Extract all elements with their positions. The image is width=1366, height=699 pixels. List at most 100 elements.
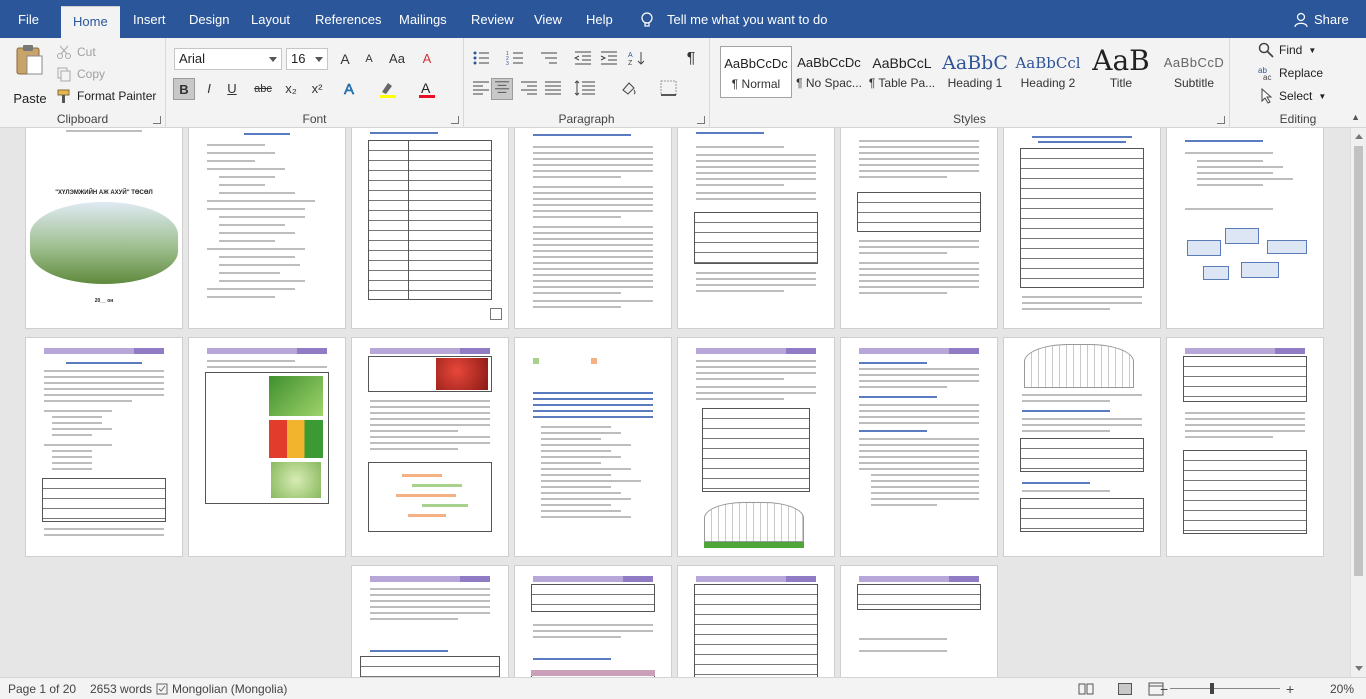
page-9[interactable] xyxy=(26,338,182,556)
page-13[interactable] xyxy=(678,338,834,556)
clipboard-launcher-icon[interactable] xyxy=(153,116,161,124)
zoom-in-icon[interactable]: + xyxy=(1286,678,1294,699)
tell-me-box[interactable]: Tell me what you want to do xyxy=(640,0,827,38)
style-name: Subtitle xyxy=(1173,76,1215,90)
tab-design[interactable]: Design xyxy=(189,0,229,38)
page-10[interactable] xyxy=(189,338,345,556)
copy-button[interactable]: Copy xyxy=(56,66,105,82)
document-area[interactable]: "ХҮЛЭМЖИЙН АЖ АХУЙ" ТӨСӨЛ 20__ он xyxy=(0,128,1350,677)
replace-button[interactable]: ab ac Replace xyxy=(1258,65,1323,81)
styles-launcher-icon[interactable] xyxy=(1217,116,1225,124)
show-formatting-marks-button[interactable]: ¶ xyxy=(680,48,702,70)
font-launcher-icon[interactable] xyxy=(451,116,459,124)
page-16[interactable] xyxy=(1167,338,1323,556)
italic-button[interactable]: I xyxy=(198,78,220,100)
print-layout-icon[interactable] xyxy=(1118,683,1132,695)
format-painter-button[interactable]: Format Painter xyxy=(56,88,156,104)
zoom-level[interactable]: 20% xyxy=(1330,678,1354,699)
borders-icon[interactable] xyxy=(660,80,678,96)
shrink-font-button[interactable]: A xyxy=(358,48,380,70)
tab-review[interactable]: Review xyxy=(471,0,514,38)
style-normal[interactable]: AaBbCcDc ¶ Normal xyxy=(720,46,792,98)
find-button[interactable]: Find ▼ xyxy=(1258,42,1316,58)
page-20[interactable] xyxy=(841,566,997,677)
chevron-down-icon xyxy=(315,57,323,62)
zoom-slider-thumb[interactable] xyxy=(1210,683,1214,694)
page-1[interactable]: "ХҮЛЭМЖИЙН АЖ АХУЙ" ТӨСӨЛ 20__ он xyxy=(26,128,182,328)
increase-indent-icon[interactable] xyxy=(600,50,618,66)
tab-references[interactable]: References xyxy=(315,0,381,38)
zoom-slider-track[interactable] xyxy=(1170,688,1280,689)
cut-button[interactable]: Cut xyxy=(56,44,96,60)
decrease-indent-icon[interactable] xyxy=(574,50,592,66)
page-4[interactable] xyxy=(515,128,671,328)
bold-button[interactable]: B xyxy=(173,78,195,100)
read-mode-icon[interactable] xyxy=(1078,682,1094,696)
page-3[interactable] xyxy=(352,128,508,328)
strikethrough-button[interactable]: abc xyxy=(250,78,276,100)
align-right-icon[interactable] xyxy=(520,80,538,96)
sort-icon[interactable]: AZ xyxy=(628,50,646,66)
page-18[interactable] xyxy=(515,566,671,677)
select-button[interactable]: Select ▼ xyxy=(1258,88,1326,104)
style-no-spacing[interactable]: AaBbCcDc ¶ No Spac... xyxy=(793,46,865,98)
paste-button[interactable]: Paste xyxy=(10,44,50,106)
page-12[interactable] xyxy=(515,338,671,556)
page-5[interactable] xyxy=(678,128,834,328)
multilevel-list-icon[interactable] xyxy=(540,50,558,66)
clear-formatting-button[interactable]: A xyxy=(416,48,438,70)
ribbon: Paste Cut Copy Format Painter Clipboard … xyxy=(0,38,1366,128)
scroll-down-icon[interactable] xyxy=(1355,666,1363,671)
page-8[interactable] xyxy=(1167,128,1323,328)
change-case-button[interactable]: Aa xyxy=(386,48,408,70)
numbering-icon[interactable]: 123 xyxy=(506,50,524,66)
tab-file[interactable]: File xyxy=(18,0,39,38)
underline-button[interactable]: U xyxy=(221,78,243,100)
svg-text:A: A xyxy=(344,81,354,98)
page-17[interactable] xyxy=(352,566,508,677)
align-center-button[interactable] xyxy=(491,78,513,100)
style-heading-1[interactable]: AaBbC Heading 1 xyxy=(939,46,1011,98)
word-count[interactable]: 2653 words xyxy=(90,678,152,699)
tab-home[interactable]: Home xyxy=(61,6,120,38)
highlighter-icon[interactable] xyxy=(378,80,398,98)
font-color-icon[interactable]: A xyxy=(418,80,436,98)
tab-insert[interactable]: Insert xyxy=(133,0,166,38)
shading-icon[interactable] xyxy=(620,80,638,96)
language[interactable]: Mongolian (Mongolia) xyxy=(172,678,287,699)
page-14[interactable] xyxy=(841,338,997,556)
tab-layout[interactable]: Layout xyxy=(251,0,290,38)
page-15[interactable] xyxy=(1004,338,1160,556)
bullets-icon[interactable] xyxy=(472,50,490,66)
page-11[interactable] xyxy=(352,338,508,556)
page-2[interactable] xyxy=(189,128,345,328)
tab-mailings[interactable]: Mailings xyxy=(399,0,447,38)
scroll-thumb[interactable] xyxy=(1354,146,1363,576)
share-button[interactable]: Share xyxy=(1294,0,1349,38)
tab-view[interactable]: View xyxy=(534,0,562,38)
justify-icon[interactable] xyxy=(544,80,562,96)
font-size-select[interactable]: 16 xyxy=(286,48,328,70)
tab-help[interactable]: Help xyxy=(586,0,613,38)
text-effects-icon[interactable]: A xyxy=(342,80,360,98)
superscript-button[interactable]: x² xyxy=(306,78,328,100)
zoom-out-icon[interactable]: − xyxy=(1160,678,1168,699)
style-title[interactable]: AaB Title xyxy=(1085,46,1157,98)
font-family-select[interactable]: Arial xyxy=(174,48,282,70)
style-subtitle[interactable]: AaBbCcD Subtitle xyxy=(1158,46,1230,98)
page-count[interactable]: Page 1 of 20 xyxy=(8,678,76,699)
scroll-up-icon[interactable] xyxy=(1355,134,1363,139)
style-table-paragraph[interactable]: AaBbCcL ¶ Table Pa... xyxy=(866,46,938,98)
align-left-icon[interactable] xyxy=(472,80,490,96)
paragraph-launcher-icon[interactable] xyxy=(697,116,705,124)
subscript-button[interactable]: x₂ xyxy=(280,78,302,100)
page-7[interactable] xyxy=(1004,128,1160,328)
collapse-ribbon-icon[interactable]: ▲ xyxy=(1351,112,1360,122)
style-heading-2[interactable]: AaBbCcl Heading 2 xyxy=(1012,46,1084,98)
vertical-scrollbar[interactable] xyxy=(1350,128,1366,677)
proofing-icon[interactable] xyxy=(156,683,168,695)
line-spacing-icon[interactable] xyxy=(574,80,596,96)
page-19[interactable] xyxy=(678,566,834,677)
grow-font-button[interactable]: A xyxy=(334,48,356,70)
page-6[interactable] xyxy=(841,128,997,328)
